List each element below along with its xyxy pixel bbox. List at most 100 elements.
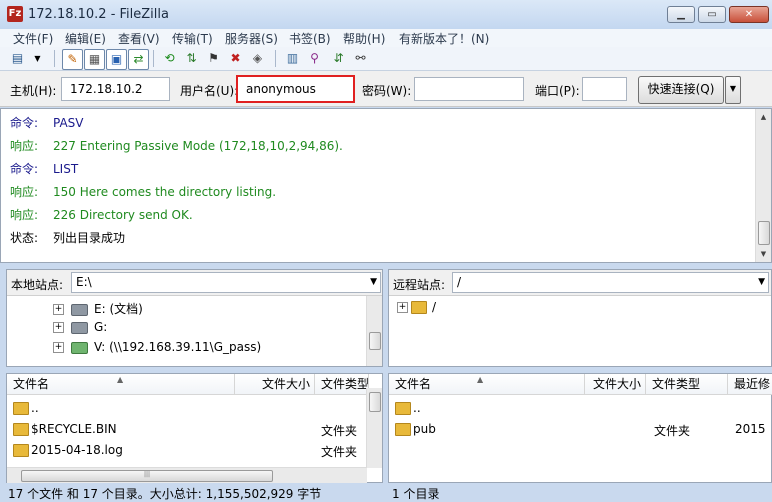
column-header-modified[interactable]: 最近修 <box>728 374 772 395</box>
refresh-button[interactable]: ⟲ <box>160 49 179 68</box>
local-list-hscroll-thumb[interactable]: ||| <box>21 470 273 482</box>
local-site-bar: 本地站点: E:\ ▼ <box>7 270 382 296</box>
toggle-log-button[interactable]: ✎ <box>62 49 83 70</box>
password-input[interactable] <box>414 77 524 101</box>
folder-icon <box>13 423 29 436</box>
remote-status-text: 1 个目录 <box>392 487 440 501</box>
local-status-text: 17 个文件 和 17 个目录。大小总计: 1,155,502,929 字节 <box>8 487 322 501</box>
site-manager-dropdown[interactable]: ▼ <box>28 49 47 68</box>
minimize-icon: ▁ <box>677 9 685 20</box>
expand-icon[interactable]: + <box>53 342 64 353</box>
expand-icon[interactable]: + <box>397 302 408 313</box>
log-entry: 响应: 150 Here comes the directory listing. <box>10 185 277 199</box>
tree-item[interactable]: + E: (文档) <box>53 300 143 317</box>
remote-file-list: ▲ 文件名 文件大小 文件类型 最近修 .. pub 文件夹 2015 <box>388 373 772 483</box>
quickconnect-bar: 主机(H): 172.18.10.2 用户名(U): anonymous 密码(… <box>0 71 772 107</box>
drive-icon <box>71 321 88 334</box>
local-file-list: ▲ 文件名 文件大小 文件类型 .. $RECYCLE.BIN 文件夹 2015-… <box>6 373 383 483</box>
folder-icon <box>411 301 427 314</box>
toolbar-separator <box>275 50 276 67</box>
tree-item[interactable]: + / <box>397 300 436 314</box>
menu-view[interactable]: 查看(V) <box>118 30 160 47</box>
column-header-filetype[interactable]: 文件类型 <box>315 374 369 395</box>
search-remote-files-button[interactable]: ⚯ <box>351 49 370 68</box>
port-input[interactable] <box>582 77 627 101</box>
filter-icon: ▥ <box>286 51 299 65</box>
sync-browsing-icon: ⚲ <box>310 51 319 65</box>
message-log[interactable]: 命令: PASV 响应: 227 Entering Passive Mode (17… <box>0 108 772 263</box>
drive-icon <box>71 303 88 316</box>
process-queue-icon: ⇅ <box>186 51 197 65</box>
local-tree-icon: ▦ <box>88 52 101 66</box>
log-entry: 响应: 227 Entering Passive Mode (172,18,10,… <box>10 139 343 153</box>
window-title: 172.18.10.2 - FileZilla <box>28 7 169 22</box>
column-header-filesize[interactable]: 文件大小 <box>585 374 646 395</box>
quickconnect-dropdown[interactable]: ▼ <box>725 76 741 104</box>
column-header-filename[interactable]: ▲ 文件名 <box>7 374 235 395</box>
title-bar: Fz 172.18.10.2 - FileZilla ▁ ▭ ✕ <box>0 0 772 29</box>
toggle-local-tree-button[interactable]: ▦ <box>84 49 105 70</box>
host-input[interactable]: 172.18.10.2 <box>61 77 170 101</box>
menu-bookmarks[interactable]: 书签(B) <box>289 30 331 47</box>
local-list-scroll-thumb[interactable] <box>369 392 381 412</box>
host-label: 主机(H): <box>10 84 57 98</box>
sort-ascending-icon: ▲ <box>117 375 124 384</box>
reconnect-button[interactable]: ◈ <box>248 49 267 68</box>
remote-tree-icon: ▣ <box>110 52 123 66</box>
tree-item[interactable]: + G: <box>53 320 107 334</box>
chevron-down-icon: ▼ <box>729 84 737 93</box>
username-input[interactable]: anonymous <box>236 75 355 103</box>
username-label: 用户名(U): <box>180 84 239 98</box>
sort-ascending-icon: ▲ <box>477 375 484 384</box>
tree-item[interactable]: + V: (\\192.168.39.11\G_pass) <box>53 340 261 354</box>
local-tree-pane: 本地站点: E:\ ▼ + E: (文档) + G: + V: (\\192.168.3… <box>6 269 383 367</box>
remote-site-bar: 远程站点: / ▼ <box>389 270 771 296</box>
menu-new-version[interactable]: 有新版本了！(N) <box>399 30 489 47</box>
local-list-scrollbar[interactable] <box>366 388 382 468</box>
log-entry: 响应: 226 Directory send OK. <box>10 208 193 222</box>
network-drive-icon <box>71 341 88 354</box>
close-icon: ✕ <box>744 9 754 20</box>
binoculars-icon: ⚯ <box>355 51 366 65</box>
log-scroll-thumb[interactable] <box>758 221 770 245</box>
menu-transfer[interactable]: 传输(T) <box>172 30 213 47</box>
remote-site-path-combo[interactable]: / ▼ <box>452 272 769 293</box>
directory-comparison-button[interactable]: ⇵ <box>329 49 348 68</box>
expand-icon[interactable]: + <box>53 304 64 315</box>
close-button[interactable]: ✕ <box>729 6 769 23</box>
maximize-icon: ▭ <box>707 9 717 20</box>
password-label: 密码(W): <box>362 84 412 98</box>
folder-icon <box>395 402 411 415</box>
menu-file[interactable]: 文件(F) <box>13 30 53 47</box>
cancel-operation-button[interactable]: ⚑ <box>204 49 223 68</box>
column-header-filename[interactable]: ▲ 文件名 <box>389 374 585 395</box>
menu-help[interactable]: 帮助(H) <box>343 30 385 47</box>
local-tree-scroll-thumb[interactable] <box>369 332 381 350</box>
minimize-button[interactable]: ▁ <box>667 6 695 23</box>
transfer-queue-icon: ⇄ <box>133 52 144 66</box>
disconnect-button[interactable]: ✖ <box>226 49 245 68</box>
local-tree-scrollbar[interactable] <box>366 296 382 366</box>
directory-listing-filters-button[interactable]: ▥ <box>283 49 302 68</box>
site-manager-button[interactable]: ▤ <box>8 49 27 68</box>
refresh-icon: ⟲ <box>164 51 175 65</box>
toggle-queue-button[interactable]: ⇄ <box>128 49 149 70</box>
log-entry: 命令: PASV <box>10 116 84 130</box>
expand-icon[interactable]: + <box>53 322 64 333</box>
local-list-hscrollbar[interactable]: ||| <box>7 467 367 483</box>
toggle-sync-browsing-button[interactable]: ⚲ <box>305 49 324 68</box>
log-scrollbar[interactable]: ▲ ▼ <box>755 109 771 262</box>
compare-icon: ⇵ <box>333 51 344 65</box>
toolbar-separator <box>54 50 55 67</box>
menu-server[interactable]: 服务器(S) <box>225 30 278 47</box>
maximize-button[interactable]: ▭ <box>698 6 726 23</box>
local-site-path-combo[interactable]: E:\ ▼ <box>71 272 381 293</box>
quickconnect-button[interactable]: 快速连接(Q) <box>638 76 724 104</box>
scroll-down-arrow[interactable]: ▼ <box>757 247 770 261</box>
toggle-remote-tree-button[interactable]: ▣ <box>106 49 127 70</box>
process-queue-button[interactable]: ⇅ <box>182 49 201 68</box>
column-header-filesize[interactable]: 文件大小 <box>235 374 315 395</box>
column-header-filetype[interactable]: 文件类型 <box>646 374 728 395</box>
menu-edit[interactable]: 编辑(E) <box>65 30 106 47</box>
scroll-up-arrow[interactable]: ▲ <box>757 110 770 124</box>
